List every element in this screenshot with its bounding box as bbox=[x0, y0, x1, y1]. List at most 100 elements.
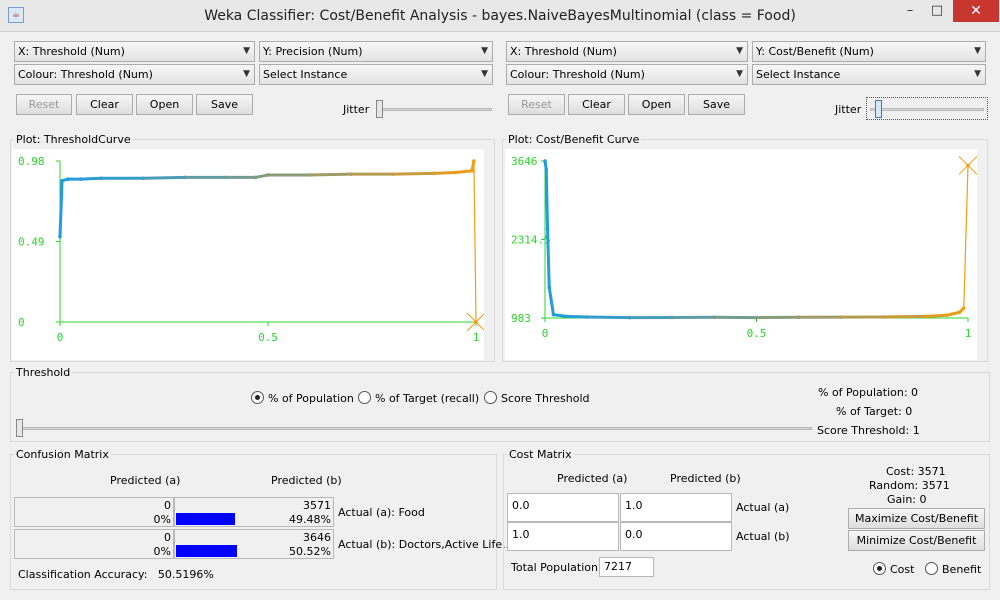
right-save-button[interactable]: Save bbox=[688, 94, 745, 115]
data-point bbox=[66, 177, 71, 181]
chevron-down-icon: ▼ bbox=[974, 69, 981, 79]
left-instance-value: Select Instance bbox=[263, 68, 348, 81]
left-clear-button[interactable]: Clear bbox=[76, 94, 133, 115]
threshold-slider-track bbox=[16, 427, 812, 430]
left-plot-area: 0 0.5 1 0 0.49 0.98 bbox=[12, 149, 484, 360]
chevron-down-icon: ▼ bbox=[736, 46, 743, 56]
left-open-button[interactable]: Open bbox=[136, 94, 193, 115]
cm-ba-count: 0 bbox=[164, 531, 171, 544]
data-point bbox=[472, 159, 476, 163]
data-point bbox=[627, 315, 632, 320]
right-x-axis-select[interactable]: X: Threshold (Num) ▼ bbox=[506, 41, 748, 62]
curve-segment bbox=[308, 172, 353, 177]
right-instance-value: Select Instance bbox=[756, 68, 841, 81]
radio-benefit-label: Benefit bbox=[942, 563, 982, 576]
curve-segment bbox=[881, 314, 928, 319]
y-tick-label: 2314.5 bbox=[511, 234, 551, 247]
radio-target-label: % of Target (recall) bbox=[375, 392, 480, 405]
cm-cell-aa bbox=[14, 497, 174, 527]
curve-segment bbox=[391, 171, 436, 176]
y-tick-label: 983 bbox=[511, 312, 531, 325]
right-jitter-track bbox=[870, 108, 984, 111]
left-jitter-slider[interactable] bbox=[376, 100, 383, 118]
chevron-down-icon: ▼ bbox=[243, 46, 250, 56]
chevron-down-icon: ▼ bbox=[481, 46, 488, 56]
gain-stat: Gain: 0 bbox=[887, 493, 927, 506]
cm-ab-count: 3571 bbox=[303, 499, 331, 512]
cm-ba-pct: 0% bbox=[153, 545, 171, 558]
data-point bbox=[307, 173, 312, 177]
maximize-button[interactable]: □ bbox=[922, 0, 952, 22]
data-point bbox=[391, 172, 395, 176]
maximize-cost-benefit-button[interactable]: Maximize Cost/Benefit bbox=[848, 508, 985, 529]
left-instance-select[interactable]: Select Instance ▼ bbox=[259, 64, 493, 85]
curve-segment bbox=[58, 179, 64, 239]
cost-pred-a-header: Predicted (a) bbox=[557, 472, 628, 485]
radio-selected-icon bbox=[873, 562, 886, 575]
left-jitter-track bbox=[376, 108, 492, 111]
left-y-axis-value: Y: Precision (Num) bbox=[263, 45, 363, 58]
cost-cell-ab-input[interactable]: 1.0 bbox=[620, 493, 732, 522]
curve-segment bbox=[547, 286, 555, 317]
right-colour-value: Colour: Threshold (Num) bbox=[510, 68, 645, 81]
cost-cell-ba-input[interactable]: 1.0 bbox=[507, 522, 619, 551]
data-point bbox=[585, 315, 590, 319]
data-point bbox=[957, 310, 962, 315]
close-button[interactable]: ✕ bbox=[953, 0, 999, 22]
radio-cost-label: Cost bbox=[890, 563, 915, 576]
radio-score-label: Score Threshold bbox=[501, 392, 590, 405]
data-point bbox=[99, 176, 104, 181]
data-point bbox=[470, 169, 474, 173]
cm-bb-count: 3646 bbox=[303, 531, 331, 544]
classification-accuracy: Classification Accuracy: 50.5196% bbox=[18, 568, 214, 581]
total-population-label: Total Population: bbox=[511, 561, 602, 574]
x-tick-label: 1 bbox=[965, 327, 972, 340]
data-point bbox=[253, 175, 258, 180]
curve-segment bbox=[546, 227, 551, 290]
left-jitter-label: Jitter bbox=[343, 103, 370, 116]
cost-row-a-label: Actual (a) bbox=[736, 501, 790, 514]
right-reset-button[interactable]: Reset bbox=[508, 94, 565, 115]
minimize-cost-benefit-button[interactable]: Minimize Cost/Benefit bbox=[848, 530, 985, 551]
y-tick-label: 3646 bbox=[511, 155, 538, 168]
x-tick-label: 1 bbox=[473, 331, 480, 344]
x-tick-label: 0.5 bbox=[258, 331, 278, 344]
radio-target[interactable]: % of Target (recall) bbox=[358, 391, 479, 405]
right-instance-select[interactable]: Select Instance ▼ bbox=[752, 64, 986, 85]
left-reset-button[interactable]: Reset bbox=[16, 94, 72, 115]
radio-benefit[interactable]: Benefit bbox=[925, 562, 981, 576]
curve-segment bbox=[141, 175, 187, 180]
left-x-axis-value: X: Threshold (Num) bbox=[18, 45, 125, 58]
radio-population[interactable]: % of Population bbox=[251, 391, 354, 405]
cost-section-title: Cost Matrix bbox=[507, 448, 574, 461]
pct-population-stat: % of Population: 0 bbox=[818, 386, 919, 399]
minimize-button[interactable]: – bbox=[895, 0, 925, 22]
chevron-down-icon: ▼ bbox=[481, 69, 488, 79]
pct-target-stat: % of Target: 0 bbox=[836, 405, 913, 418]
radio-cost[interactable]: Cost bbox=[873, 562, 914, 576]
left-save-button[interactable]: Save bbox=[196, 94, 253, 115]
right-colour-select[interactable]: Colour: Threshold (Num) ▼ bbox=[506, 64, 748, 85]
right-jitter-slider[interactable] bbox=[875, 100, 882, 118]
right-y-axis-select[interactable]: Y: Cost/Benefit (Num) ▼ bbox=[752, 41, 986, 62]
cost-cell-bb-input[interactable]: 0.0 bbox=[620, 522, 732, 551]
total-population-input[interactable]: 7217 bbox=[599, 557, 654, 577]
left-y-axis-select[interactable]: Y: Precision (Num) ▼ bbox=[259, 41, 493, 62]
curve-segment bbox=[79, 176, 104, 181]
left-x-axis-select[interactable]: X: Threshold (Num) ▼ bbox=[14, 41, 255, 62]
cm-aa-count: 0 bbox=[164, 499, 171, 512]
radio-empty-icon bbox=[358, 391, 371, 404]
right-open-button[interactable]: Open bbox=[628, 94, 685, 115]
chevron-down-icon: ▼ bbox=[736, 69, 743, 79]
threshold-slider[interactable] bbox=[16, 419, 23, 437]
random-stat: Random: 3571 bbox=[869, 479, 950, 492]
left-colour-select[interactable]: Colour: Threshold (Num) ▼ bbox=[14, 64, 255, 85]
radio-score[interactable]: Score Threshold bbox=[484, 391, 590, 405]
threshold-section-title: Threshold bbox=[14, 366, 73, 379]
right-clear-button[interactable]: Clear bbox=[568, 94, 625, 115]
radio-empty-icon bbox=[925, 562, 938, 575]
data-point bbox=[79, 177, 83, 181]
cost-cell-aa-input[interactable]: 0.0 bbox=[507, 493, 619, 522]
data-point bbox=[432, 171, 437, 176]
data-point bbox=[961, 306, 966, 310]
